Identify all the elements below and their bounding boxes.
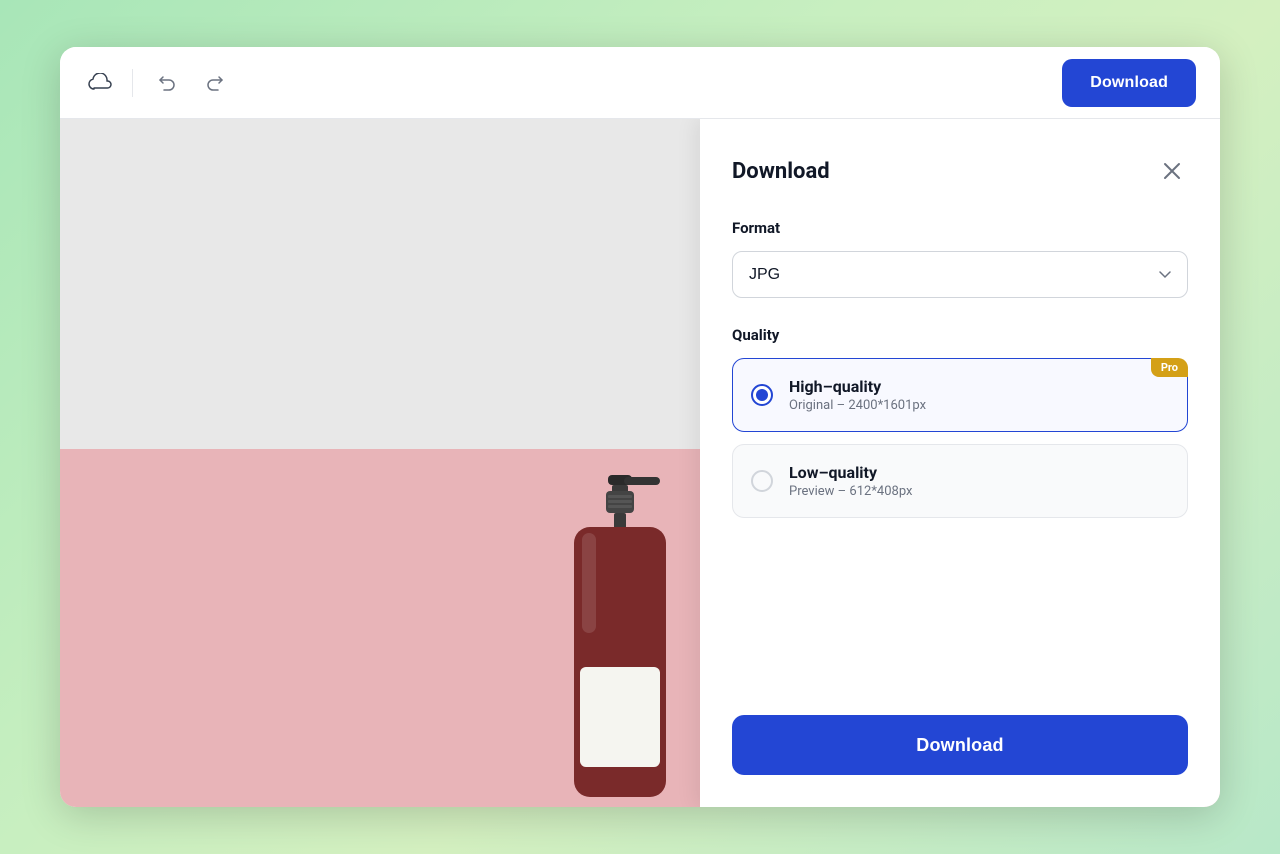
low-quality-desc: Preview – 612*408px — [789, 484, 1169, 499]
main-content: Download Format JPG PNG WebP SVG Quality — [60, 119, 1220, 807]
redo-button[interactable] — [197, 65, 233, 101]
app-window: Download — [60, 47, 1220, 807]
panel-title: Download — [732, 159, 830, 184]
undo-button[interactable] — [149, 65, 185, 101]
low-quality-info: Low–quality Preview – 612*408px — [789, 463, 1169, 499]
high-quality-desc: Original – 2400*1601px — [789, 398, 1169, 413]
toolbar-left — [84, 65, 1050, 101]
low-quality-name: Low–quality — [789, 463, 1169, 482]
toolbar-divider — [132, 69, 133, 97]
toolbar: Download — [60, 47, 1220, 119]
close-button[interactable] — [1156, 155, 1188, 187]
download-panel: Download Format JPG PNG WebP SVG Quality — [700, 119, 1220, 807]
cloud-icon[interactable] — [84, 67, 116, 99]
format-select[interactable]: JPG PNG WebP SVG — [732, 251, 1188, 298]
quality-label: Quality — [732, 326, 1188, 344]
high-quality-name: High–quality — [789, 377, 1169, 396]
panel-header: Download — [732, 155, 1188, 187]
high-quality-info: High–quality Original – 2400*1601px — [789, 377, 1169, 413]
toolbar-download-button[interactable]: Download — [1062, 59, 1196, 107]
high-quality-option[interactable]: High–quality Original – 2400*1601px Pro — [732, 358, 1188, 432]
quality-options: High–quality Original – 2400*1601px Pro … — [732, 358, 1188, 518]
low-quality-radio[interactable] — [751, 470, 773, 492]
download-action-button[interactable]: Download — [732, 715, 1188, 775]
low-quality-option[interactable]: Low–quality Preview – 612*408px — [732, 444, 1188, 518]
high-quality-radio[interactable] — [751, 384, 773, 406]
pro-badge: Pro — [1151, 358, 1188, 377]
format-label: Format — [732, 219, 1188, 237]
product-image — [520, 467, 720, 807]
